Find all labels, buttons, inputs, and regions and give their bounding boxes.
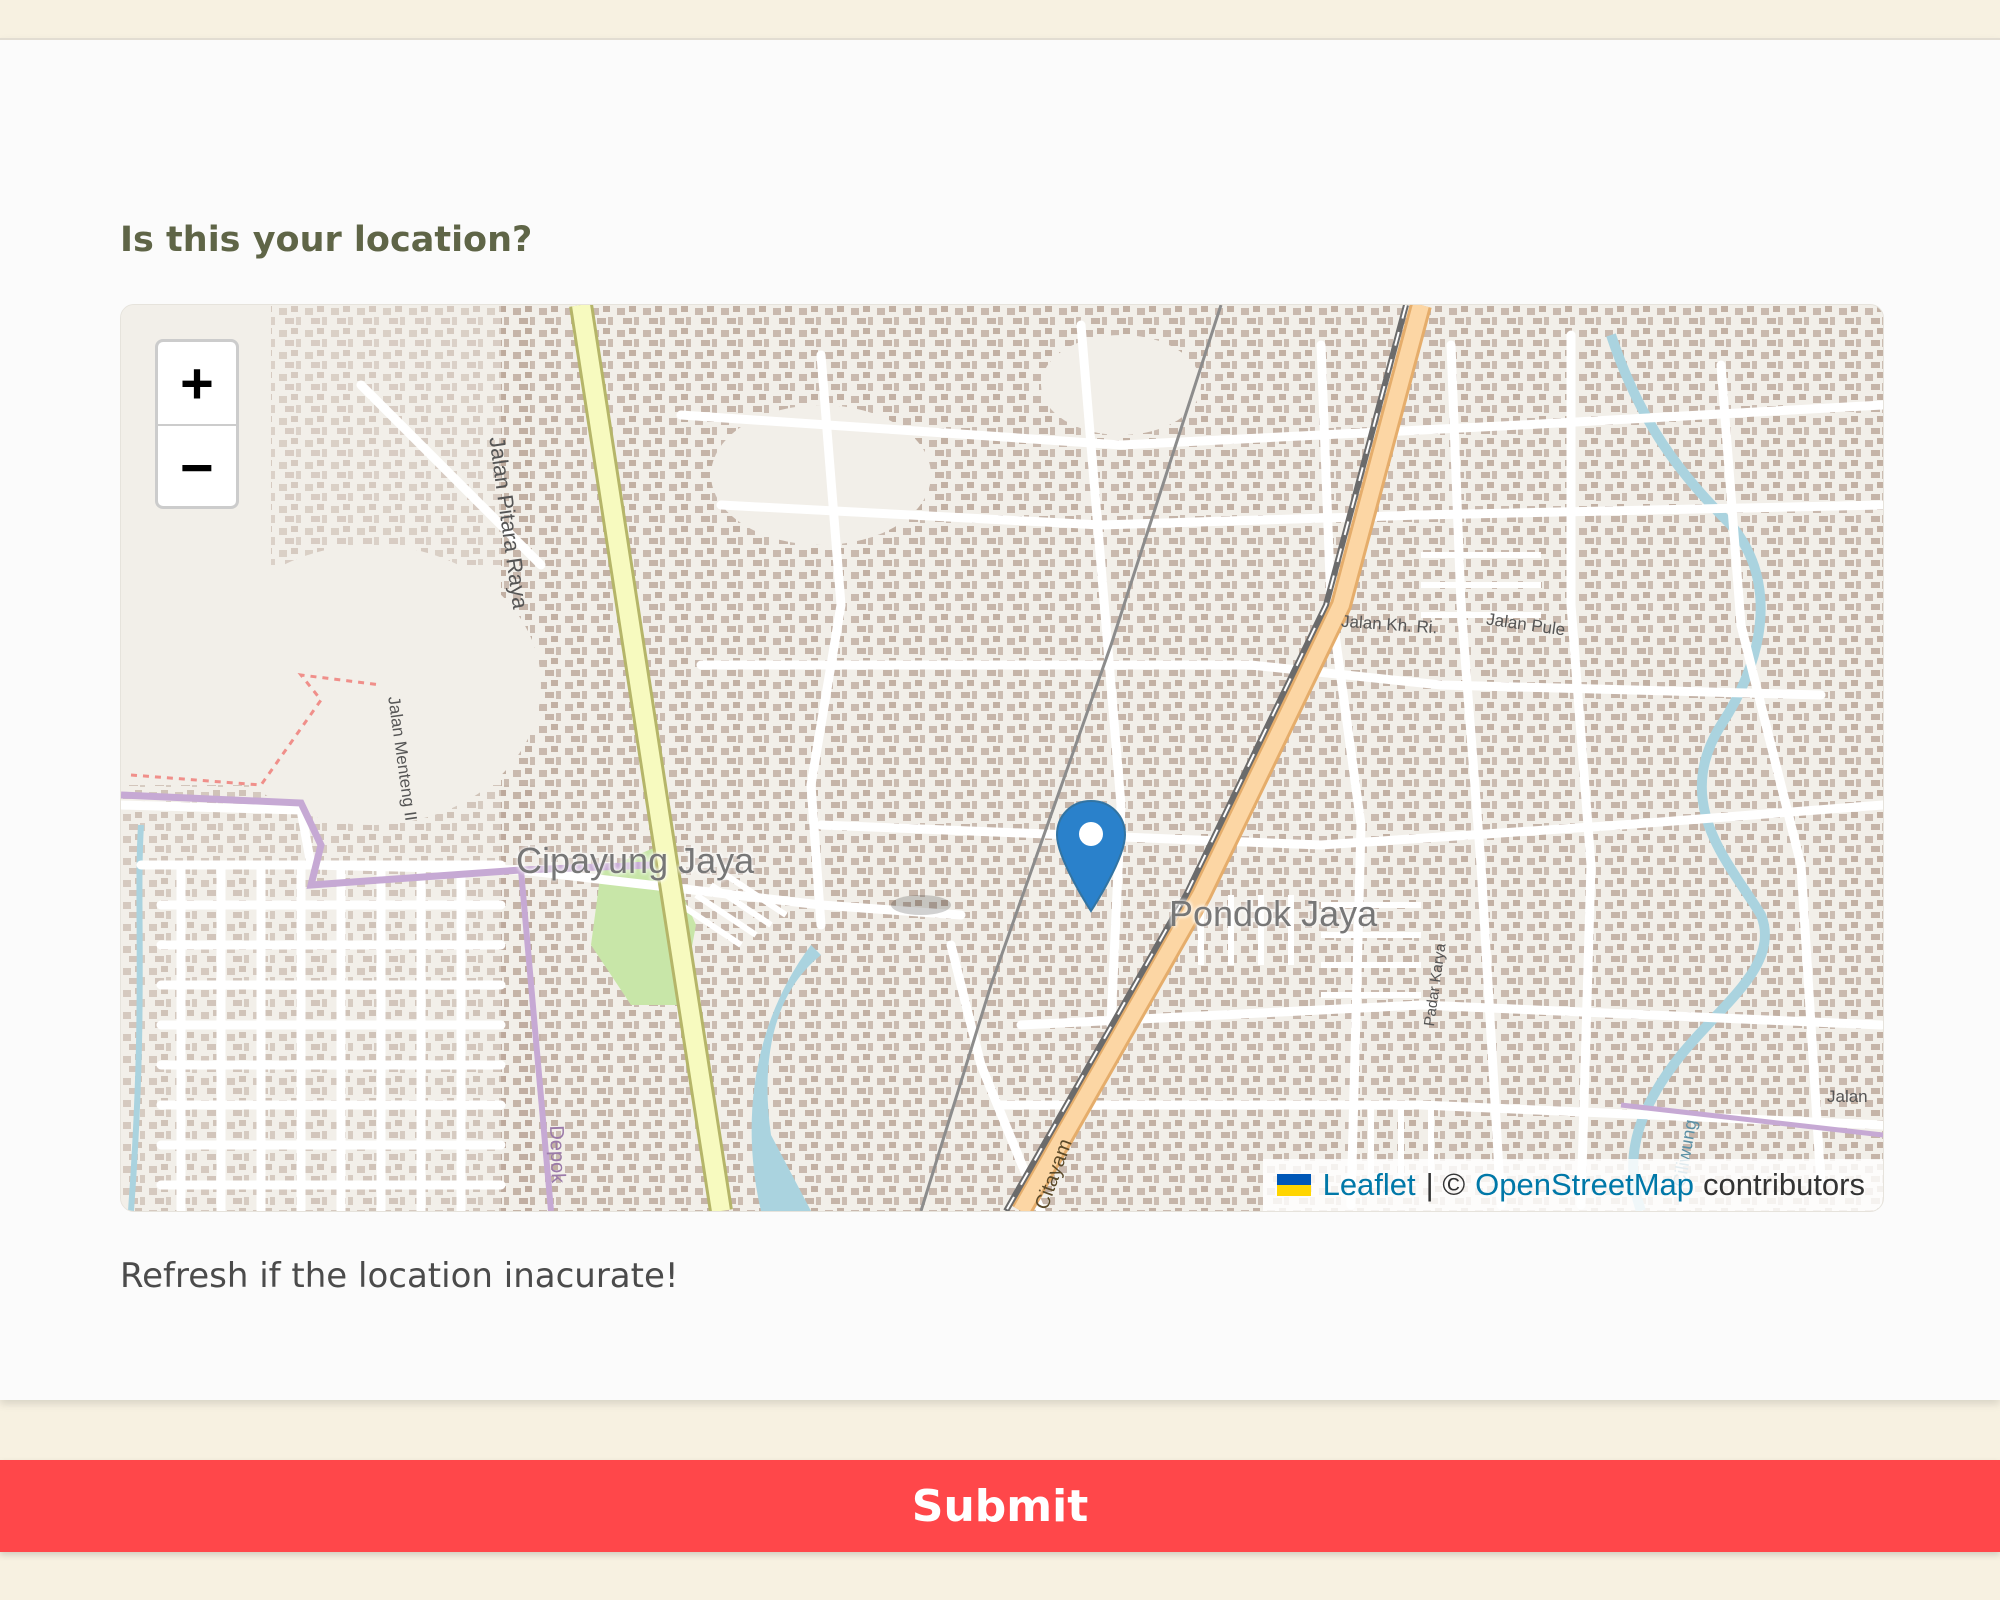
refresh-hint: Refresh if the location inacurate!	[120, 1256, 679, 1296]
location-marker-icon[interactable]	[1054, 799, 1128, 915]
openstreetmap-link[interactable]: OpenStreetMap	[1475, 1167, 1694, 1203]
map-label-cipayung: Cipayung Jaya	[516, 840, 755, 881]
map-label-pondok: Pondok Jaya	[1169, 893, 1378, 934]
leaflet-link[interactable]: Leaflet	[1323, 1167, 1416, 1203]
attribution-contributors: contributors	[1703, 1167, 1865, 1202]
ukraine-flag-icon	[1276, 1174, 1311, 1196]
submit-button[interactable]: Submit	[0, 1460, 2000, 1552]
map-attribution: Leaflet | © OpenStreetMap contributors	[1262, 1159, 1883, 1211]
zoom-in-button[interactable]: +	[158, 342, 236, 424]
location-map[interactable]: Jalan Pitara Raya Jalan Menteng II Cipay…	[120, 304, 1884, 1212]
location-card: Is this your location? Jalan Pitara Raya…	[0, 38, 2000, 1400]
map-label-jalan: Jalan	[1827, 1087, 1868, 1106]
location-question: Is this your location?	[120, 220, 533, 260]
map-tiles[interactable]	[121, 305, 1883, 1211]
map-label-depok: Depok	[545, 1125, 570, 1184]
zoom-control: + −	[155, 339, 239, 509]
attribution-separator: | ©	[1425, 1167, 1466, 1202]
zoom-out-button[interactable]: −	[158, 424, 236, 506]
